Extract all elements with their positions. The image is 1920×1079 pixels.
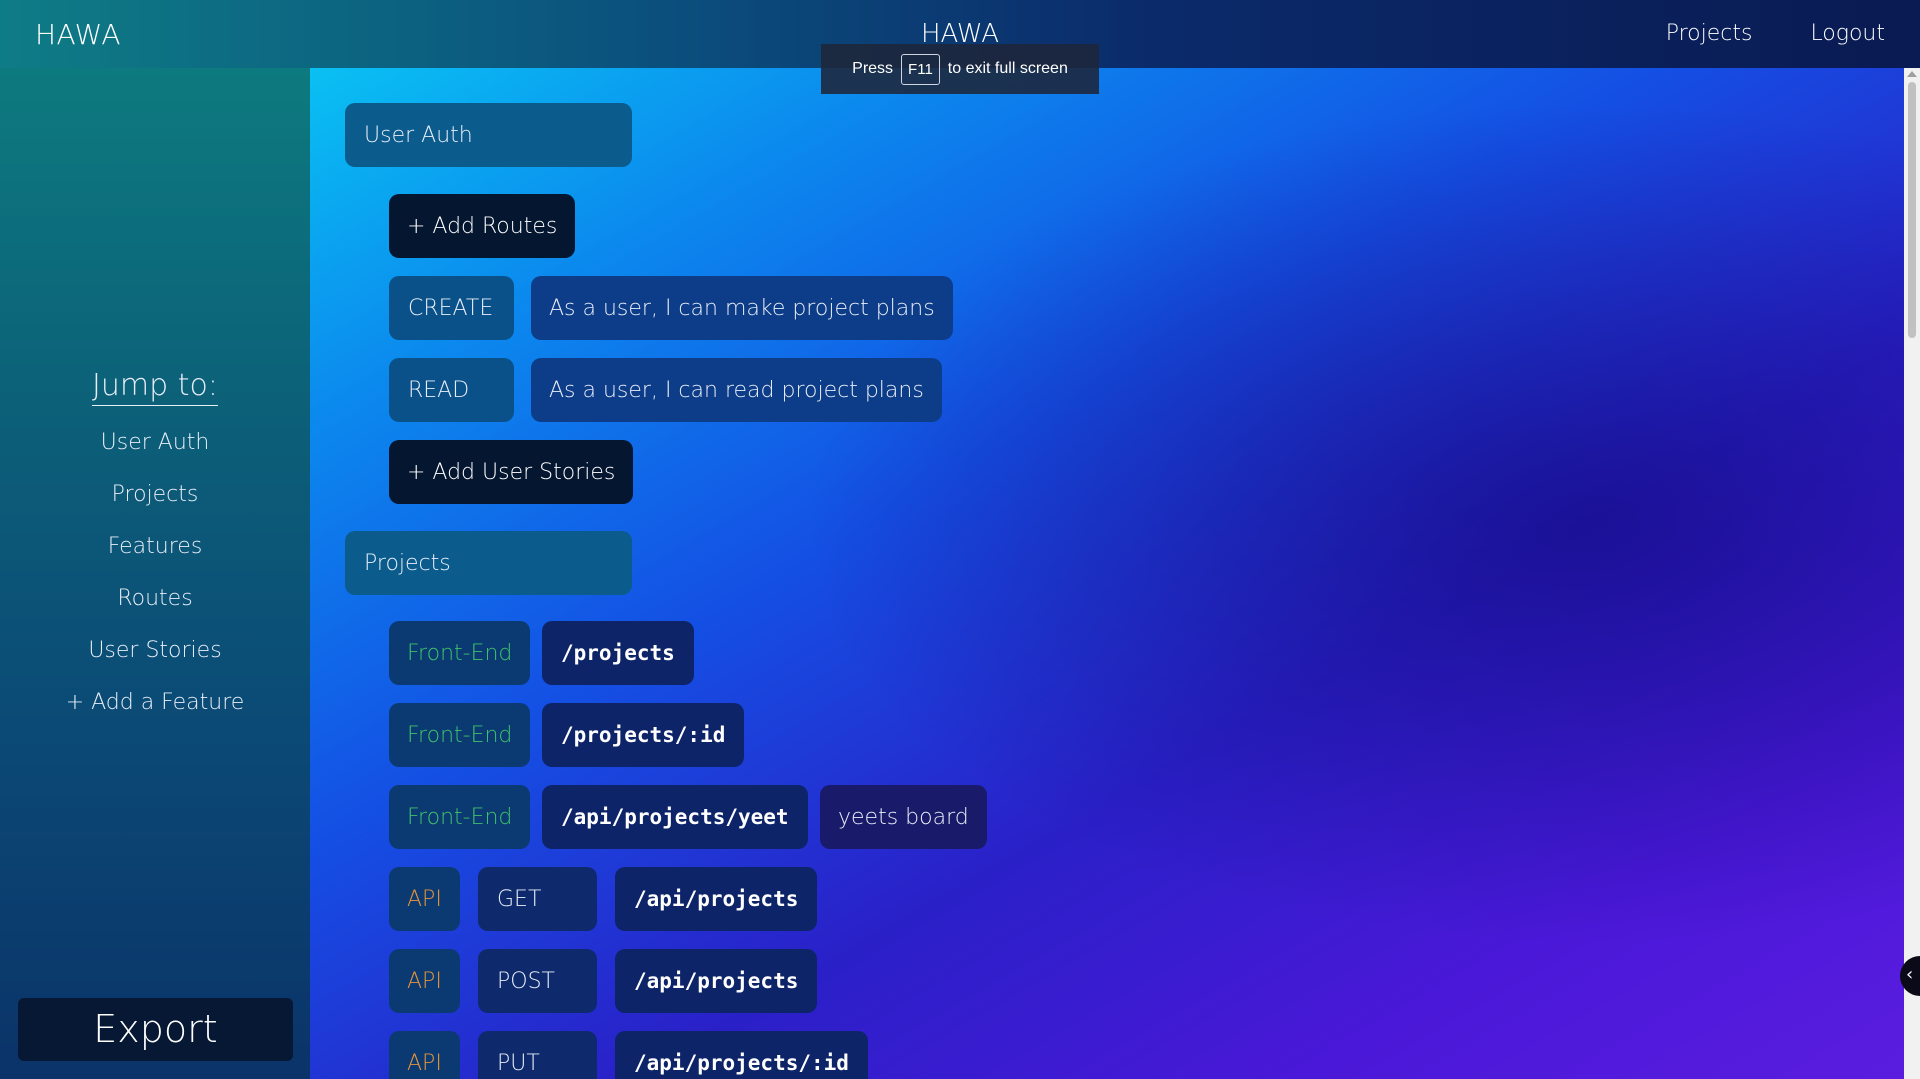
route-path[interactable]: /api/projects bbox=[615, 949, 818, 1013]
scrollbar[interactable] bbox=[1904, 68, 1920, 1079]
fullscreen-notice-prefix: Press bbox=[852, 60, 894, 77]
sidebar-item-add-feature[interactable]: + Add a Feature bbox=[66, 690, 245, 742]
sidebar-item-routes[interactable]: Routes bbox=[117, 586, 192, 638]
nav-link-logout[interactable]: Logout bbox=[1810, 21, 1885, 46]
route-type-tag[interactable]: API bbox=[389, 949, 460, 1013]
fullscreen-notice: Press F11 to exit full screen bbox=[821, 44, 1099, 94]
jump-to-heading: Jump to: bbox=[0, 368, 310, 406]
http-method-badge[interactable]: GET bbox=[478, 867, 597, 931]
jump-list: User Auth Projects Features Routes User … bbox=[0, 430, 310, 742]
route-type-tag[interactable]: Front-End bbox=[389, 621, 531, 685]
add-routes-button[interactable]: + Add Routes bbox=[389, 194, 576, 258]
sidebar-item-features[interactable]: Features bbox=[108, 534, 203, 586]
nav-links: Projects Logout bbox=[1666, 21, 1885, 46]
sidebar-item-user-stories[interactable]: User Stories bbox=[88, 638, 221, 690]
sidebar: Jump to: User Auth Projects Features Rou… bbox=[0, 68, 310, 1079]
http-method-badge[interactable]: PUT bbox=[478, 1031, 597, 1079]
main-content: User Auth + Add Routes CREATE As a user,… bbox=[310, 68, 1904, 1079]
feature-header-projects[interactable]: Projects bbox=[345, 531, 632, 595]
chevron-left-icon: ‹ bbox=[1906, 964, 1914, 985]
crud-badge-create[interactable]: CREATE bbox=[389, 276, 514, 340]
route-path[interactable]: /projects bbox=[542, 621, 694, 685]
sidebar-item-projects[interactable]: Projects bbox=[112, 482, 199, 534]
route-path[interactable]: /api/projects/:id bbox=[615, 1031, 868, 1079]
sidebar-item-user-auth[interactable]: User Auth bbox=[101, 430, 210, 482]
feature-header-user-auth[interactable]: User Auth bbox=[345, 103, 632, 167]
fullscreen-key-badge: F11 bbox=[901, 53, 940, 85]
route-path[interactable]: /projects/:id bbox=[542, 703, 745, 767]
route-path[interactable]: /api/projects/yeet bbox=[542, 785, 808, 849]
export-button[interactable]: Export bbox=[18, 998, 293, 1061]
http-method-badge[interactable]: POST bbox=[478, 949, 597, 1013]
route-note[interactable]: yeets board bbox=[820, 785, 987, 849]
route-type-tag[interactable]: API bbox=[389, 867, 460, 931]
user-story-item[interactable]: As a user, I can read project plans bbox=[531, 358, 942, 422]
add-user-stories-button[interactable]: + Add User Stories bbox=[389, 440, 634, 504]
route-type-tag[interactable]: API bbox=[389, 1031, 460, 1079]
user-story-item[interactable]: As a user, I can make project plans bbox=[531, 276, 953, 340]
route-type-tag[interactable]: Front-End bbox=[389, 785, 531, 849]
route-type-tag[interactable]: Front-End bbox=[389, 703, 531, 767]
jump-to-label: Jump to: bbox=[92, 368, 218, 406]
nav-link-projects[interactable]: Projects bbox=[1666, 21, 1753, 46]
scrollbar-thumb[interactable] bbox=[1908, 82, 1916, 338]
scroll-up-arrow-icon[interactable] bbox=[1907, 71, 1917, 77]
crud-badge-read[interactable]: READ bbox=[389, 358, 514, 422]
fullscreen-notice-suffix: to exit full screen bbox=[947, 60, 1068, 77]
route-path[interactable]: /api/projects bbox=[615, 867, 818, 931]
